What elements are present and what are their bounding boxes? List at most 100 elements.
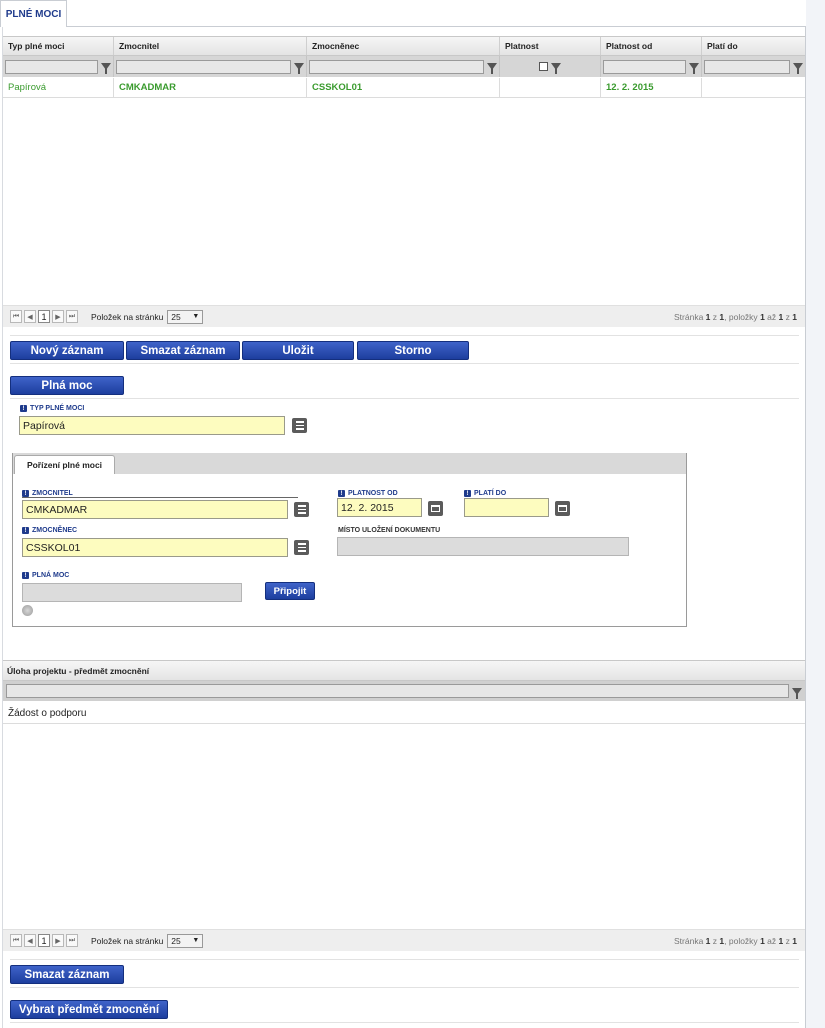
filter-predmet-input[interactable] (6, 684, 789, 698)
plati-do-label-text: PLATÍ DO (474, 490, 507, 497)
divider (10, 1022, 799, 1023)
pager-info-total-of: z (785, 311, 790, 322)
pager-info-prefix: Stránka (674, 935, 704, 946)
pager-last-button[interactable]: ⏭ (66, 934, 78, 947)
pager-info-from: 1 (760, 311, 765, 322)
pager-per-page-select[interactable]: 25 ▼ (167, 309, 204, 324)
filter-icon[interactable] (551, 63, 561, 74)
typ-plne-moci-field[interactable]: Papírová (19, 416, 285, 435)
col-zmocnenec[interactable]: Zmocněnec (307, 37, 500, 55)
pager-info: Stránka 1 z 1, položky 1 až 1 z 1 (674, 936, 797, 946)
misto-ulozeni-field (337, 537, 629, 556)
cell-plati-do (702, 78, 805, 97)
cell-typ: Papírová (3, 78, 114, 97)
typ-plne-moci-label-text: TYP PLNÉ MOCI (30, 405, 85, 412)
pager-prev-button[interactable]: ◀ (24, 310, 36, 323)
filter-typ-input[interactable] (5, 59, 98, 74)
chevron-down-icon: ▼ (192, 313, 200, 320)
pager-info-prefix: Stránka (674, 311, 704, 322)
filter-zmocnitel (114, 56, 307, 77)
table-row[interactable]: Papírová CMKADMAR CSSKOL01 12. 2. 2015 (3, 78, 805, 98)
pager-first-button[interactable]: ⏮ (10, 934, 22, 947)
tab-strip-line (0, 26, 806, 27)
pager-first-button[interactable]: ⏮ (10, 310, 22, 323)
grid2-header[interactable]: Úloha projektu - předmět zmocnění (3, 660, 805, 681)
pager-next-button[interactable]: ▶ (52, 310, 64, 323)
pager-page-input[interactable]: 1 (38, 310, 50, 323)
choose-subject-button[interactable]: Vybrat předmět zmocnění (10, 1000, 168, 1019)
delete-record-button[interactable]: Smazat záznam (126, 341, 240, 360)
col-plati-do[interactable]: Platí do (702, 37, 805, 55)
filter-icon[interactable] (792, 687, 802, 699)
pager-per-page-label: Položek na stránku (91, 311, 164, 322)
filter-platnost-od (601, 56, 702, 77)
signature-icon (22, 605, 33, 616)
filter-zmocnitel-input[interactable] (116, 59, 291, 74)
pager-per-page-value: 25 (171, 935, 181, 946)
required-icon: ! (464, 490, 471, 497)
required-icon: ! (22, 572, 29, 579)
filter-icon[interactable] (101, 63, 111, 74)
plati-do-field[interactable] (464, 498, 549, 517)
pager-info: Stránka 1 z 1, položky 1 až 1 z 1 (674, 312, 797, 322)
filter-icon[interactable] (689, 63, 699, 74)
save-button[interactable]: Uložit (242, 341, 354, 360)
tab-porizeni-plne-moci[interactable]: Pořízení plné moci (14, 455, 115, 474)
plna-moc-label: ! PLNÁ MOC (22, 572, 69, 579)
table-row[interactable]: Žádost o podporu (3, 704, 805, 724)
plna-moc-label-text: PLNÁ MOC (32, 572, 70, 579)
pager-info-to: 1 (778, 935, 784, 946)
plna-moc-section-button[interactable]: Plná moc (10, 376, 124, 395)
pager: ⏮ ◀ 1 ▶ ⏭ Položek na stránku 25 ▼ Stránka… (3, 929, 805, 951)
cell-zmocnitel: CMKADMAR (114, 78, 307, 97)
zmocnitel-field[interactable]: CMKADMAR (22, 500, 288, 519)
filter-zmocnenec-input[interactable] (309, 59, 484, 74)
filter-icon[interactable] (487, 63, 497, 74)
pager-info-from: 1 (760, 935, 765, 946)
pager-info-items: , položky (724, 311, 758, 322)
list-icon[interactable] (294, 540, 309, 555)
pager-info-to: 1 (778, 311, 784, 322)
pager-info-total: 1 (792, 935, 797, 946)
calendar-icon[interactable] (555, 501, 570, 516)
filter-plati-do-input[interactable] (704, 59, 790, 74)
pager-info-to-label: až (767, 311, 777, 322)
col-platnost[interactable]: Platnost (500, 37, 601, 55)
list-icon[interactable] (292, 418, 307, 433)
typ-plne-moci-label: ! TYP PLNÉ MOCI (20, 405, 84, 412)
platnost-od-label-text: PLATNOST OD (348, 490, 398, 497)
col-platnost-od[interactable]: Platnost od (601, 37, 702, 55)
pager-info-total-of: z (785, 935, 790, 946)
cancel-button[interactable]: Storno (357, 341, 469, 360)
pager-next-button[interactable]: ▶ (52, 934, 64, 947)
grid2-filter-row (3, 681, 805, 701)
panel-left-border (2, 26, 3, 1028)
zmocnenec-field[interactable]: CSSKOL01 (22, 538, 288, 557)
list-icon[interactable] (294, 502, 309, 517)
filter-platnost-od-input[interactable] (603, 59, 686, 74)
filter-icon[interactable] (793, 63, 803, 74)
plati-do-label: ! PLATÍ DO (464, 490, 506, 497)
filter-icon[interactable] (294, 63, 304, 74)
divider (10, 987, 799, 988)
filter-platnost-checkbox[interactable] (539, 62, 548, 71)
cell-platnost (500, 78, 601, 97)
zmocnenec-label-text: ZMOCNĚNEC (32, 527, 78, 534)
new-record-button[interactable]: Nový záznam (10, 341, 124, 360)
zmocnenec-label: ! ZMOCNĚNEC (22, 527, 77, 534)
grid-header: Typ plné moci Zmocnitel Zmocněnec Platno… (3, 36, 805, 56)
calendar-icon[interactable] (428, 501, 443, 516)
required-icon: ! (20, 405, 27, 412)
platnost-od-field[interactable]: 12. 2. 2015 (337, 498, 422, 517)
pager-last-button[interactable]: ⏭ (66, 310, 78, 323)
attach-button[interactable]: Připojit (265, 582, 315, 600)
required-icon: ! (22, 490, 29, 497)
pager-info-total: 1 (792, 311, 797, 322)
pager-per-page-select[interactable]: 25 ▼ (167, 933, 204, 948)
pager-page-input[interactable]: 1 (38, 934, 50, 947)
col-typ-plne-moci[interactable]: Typ plné moci (3, 37, 114, 55)
tab-plne-moci[interactable]: PLNÉ MOCI (0, 0, 67, 27)
delete-record-button[interactable]: Smazat záznam (10, 965, 124, 984)
pager-prev-button[interactable]: ◀ (24, 934, 36, 947)
col-zmocnitel[interactable]: Zmocnitel (114, 37, 307, 55)
